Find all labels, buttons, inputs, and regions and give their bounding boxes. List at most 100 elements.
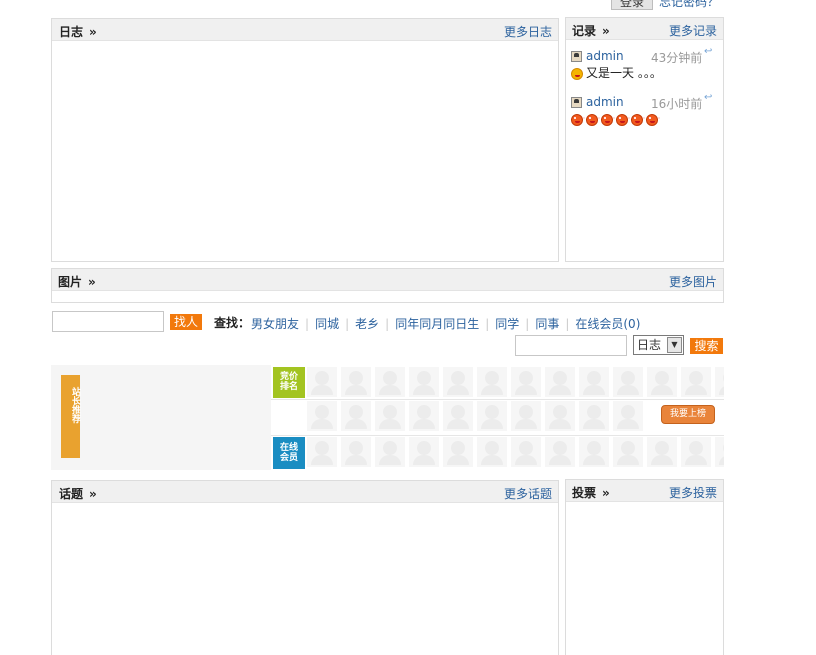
find-link-friends[interactable]: 男女朋友 bbox=[251, 317, 299, 331]
more-photos-link[interactable]: 更多图片 bbox=[669, 273, 717, 290]
separator: | bbox=[525, 317, 530, 331]
record-emoticons bbox=[571, 111, 719, 127]
member-avatar-placeholder[interactable] bbox=[613, 437, 643, 467]
more-blog-link[interactable]: 更多日志 bbox=[504, 23, 552, 40]
member-avatar-placeholder[interactable] bbox=[477, 367, 507, 397]
records-panel-title: 记录 » bbox=[572, 22, 610, 39]
member-avatar-placeholder[interactable] bbox=[409, 437, 439, 467]
member-avatar-placeholder[interactable] bbox=[375, 401, 405, 431]
polls-panel-header: 投票 » 更多投票 bbox=[566, 480, 723, 502]
record-text-content: 又是一天 。。。 bbox=[586, 66, 662, 80]
photos-panel-header: 图片 » 更多图片 bbox=[52, 269, 723, 291]
topics-panel-title: 话题 » bbox=[59, 485, 97, 502]
chevron-right-icon: » bbox=[89, 25, 97, 39]
member-avatar-placeholder[interactable] bbox=[477, 437, 507, 467]
polls-title-text: 投票 bbox=[572, 486, 597, 500]
polls-panel-title: 投票 » bbox=[572, 484, 610, 501]
member-showcase: 站长推荐 竞价排名 在线会员 我要上榜 bbox=[51, 365, 724, 470]
member-avatar-placeholder[interactable] bbox=[613, 401, 643, 431]
member-avatar-placeholder[interactable] bbox=[477, 401, 507, 431]
member-avatar-placeholder[interactable] bbox=[307, 401, 337, 431]
find-link-classmates[interactable]: 同学 bbox=[495, 317, 519, 331]
member-avatar-placeholder[interactable] bbox=[511, 437, 541, 467]
member-avatar-placeholder[interactable] bbox=[341, 437, 371, 467]
find-link-hometown[interactable]: 老乡 bbox=[355, 317, 379, 331]
forgot-password-link[interactable]: 忘记密码？ bbox=[659, 0, 719, 10]
chevron-down-icon[interactable]: ▼ bbox=[667, 337, 682, 353]
member-avatar-placeholder[interactable] bbox=[647, 437, 677, 467]
find-people-input[interactable] bbox=[52, 311, 164, 332]
record-time: 16小时前 bbox=[651, 97, 703, 111]
member-avatar-placeholder[interactable] bbox=[375, 367, 405, 397]
search-type-select[interactable]: 日志 ▼ bbox=[633, 335, 684, 355]
online-ribbon: 在线会员 bbox=[273, 437, 305, 469]
records-panel: 记录 » 更多记录 admin 43分钟前 ↩ 又是一天 。。。 admin 16… bbox=[565, 17, 724, 262]
more-topics-link[interactable]: 更多话题 bbox=[504, 485, 552, 502]
separator: | bbox=[305, 317, 310, 331]
divider bbox=[271, 399, 724, 400]
member-avatar-placeholder[interactable] bbox=[681, 367, 711, 397]
separator: | bbox=[565, 317, 570, 331]
member-avatar-placeholder[interactable] bbox=[443, 367, 473, 397]
member-avatar-placeholder[interactable] bbox=[375, 437, 405, 467]
member-avatar-placeholder[interactable] bbox=[409, 401, 439, 431]
member-avatar-placeholder[interactable] bbox=[579, 401, 609, 431]
avatar-icon bbox=[571, 51, 582, 62]
find-label: 查找： bbox=[214, 316, 251, 330]
chevron-right-icon: » bbox=[602, 24, 610, 38]
member-avatar-placeholder[interactable] bbox=[647, 367, 677, 397]
separator: | bbox=[385, 317, 390, 331]
member-avatar-placeholder[interactable] bbox=[443, 437, 473, 467]
record-time: 43分钟前 bbox=[651, 51, 703, 65]
member-avatar-placeholder[interactable] bbox=[715, 437, 724, 467]
records-panel-header: 记录 » 更多记录 bbox=[566, 18, 723, 40]
topics-title-text: 话题 bbox=[59, 487, 84, 501]
find-link-online-members[interactable]: 在线会员(0) bbox=[575, 317, 640, 331]
divider bbox=[271, 435, 724, 436]
search-button[interactable]: 搜索 bbox=[690, 338, 723, 354]
login-button[interactable]: 登录 bbox=[611, 0, 653, 10]
reply-icon[interactable]: ↩ bbox=[704, 92, 712, 103]
member-avatar-placeholder[interactable] bbox=[409, 367, 439, 397]
more-records-link[interactable]: 更多记录 bbox=[669, 22, 717, 39]
member-avatar-placeholder[interactable] bbox=[341, 367, 371, 397]
records-title-text: 记录 bbox=[572, 24, 597, 38]
rank-me-button[interactable]: 我要上榜 bbox=[661, 405, 715, 424]
find-link-colleagues[interactable]: 同事 bbox=[535, 317, 559, 331]
ranking-label: 竞价排名 bbox=[279, 372, 298, 392]
more-polls-link[interactable]: 更多投票 bbox=[669, 484, 717, 501]
find-links: 男女朋友 | 同城 | 老乡 | 同年同月同日生 | 同学 | 同事 | 在线会员(0) bbox=[251, 315, 640, 332]
member-avatar-placeholder[interactable] bbox=[579, 367, 609, 397]
find-people-button[interactable]: 找人 bbox=[170, 314, 202, 330]
blog-panel-header: 日志 » 更多日志 bbox=[52, 19, 558, 41]
member-avatar-placeholder[interactable] bbox=[579, 437, 609, 467]
find-link-same-city[interactable]: 同城 bbox=[315, 317, 339, 331]
member-avatar-area bbox=[271, 365, 724, 470]
member-avatar-placeholder[interactable] bbox=[511, 367, 541, 397]
heart-eyes-icon bbox=[586, 113, 600, 126]
reply-icon[interactable]: ↩ bbox=[704, 46, 712, 57]
site-search-input[interactable] bbox=[515, 335, 627, 356]
member-avatar-placeholder[interactable] bbox=[511, 401, 541, 431]
find-link-same-birthday[interactable]: 同年同月同日生 bbox=[395, 317, 479, 331]
member-avatar-placeholder[interactable] bbox=[545, 437, 575, 467]
record-item: admin 43分钟前 ↩ 又是一天 。。。 bbox=[571, 46, 719, 81]
member-avatar-placeholder[interactable] bbox=[307, 437, 337, 467]
member-avatar-placeholder[interactable] bbox=[545, 367, 575, 397]
member-avatar-placeholder[interactable] bbox=[715, 367, 724, 397]
heart-eyes-icon bbox=[646, 113, 660, 126]
member-avatar-placeholder[interactable] bbox=[341, 401, 371, 431]
member-avatar-placeholder[interactable] bbox=[307, 367, 337, 397]
record-text: 又是一天 。。。 bbox=[571, 65, 719, 81]
photos-panel-title: 图片 » bbox=[58, 273, 96, 290]
member-avatar-placeholder[interactable] bbox=[443, 401, 473, 431]
member-avatar-placeholder[interactable] bbox=[613, 367, 643, 397]
record-user-link[interactable]: admin bbox=[586, 49, 624, 63]
chevron-right-icon: » bbox=[89, 487, 97, 501]
chevron-right-icon: » bbox=[602, 486, 610, 500]
member-avatar-placeholder[interactable] bbox=[545, 401, 575, 431]
member-avatar-placeholder[interactable] bbox=[681, 437, 711, 467]
separator: | bbox=[485, 317, 490, 331]
record-user-link[interactable]: admin bbox=[586, 95, 624, 109]
chevron-right-icon: » bbox=[88, 275, 96, 289]
